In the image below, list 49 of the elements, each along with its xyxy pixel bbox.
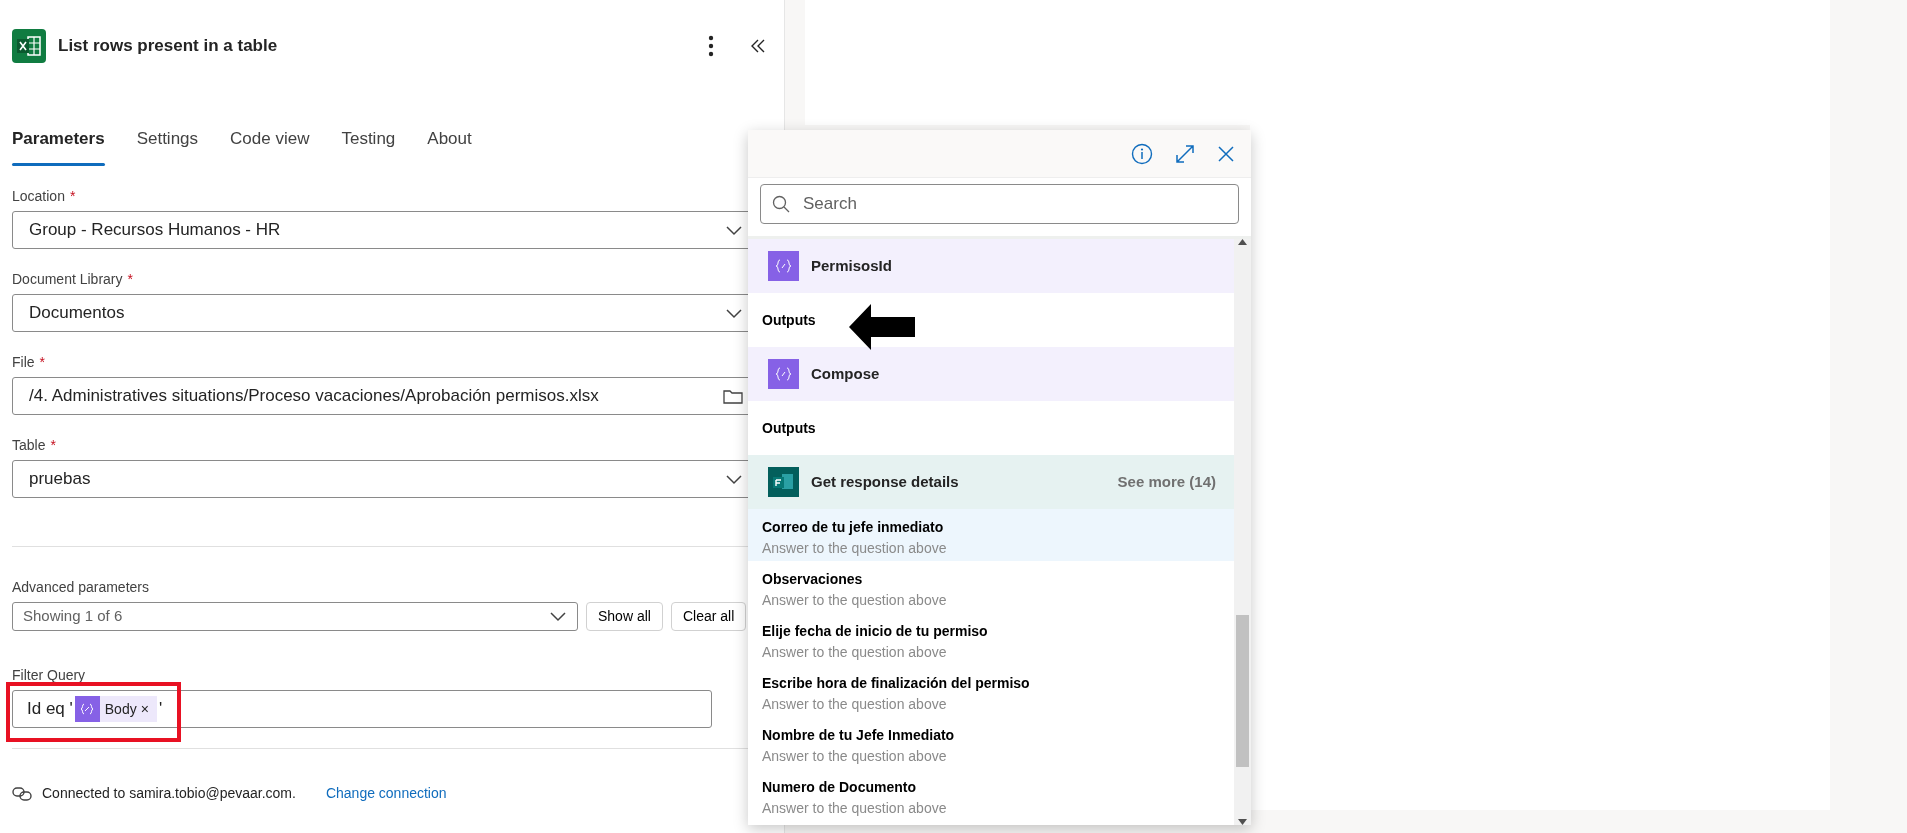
scroll-up-icon[interactable] [1238,239,1247,245]
link-icon [12,786,32,801]
scroll-down-icon[interactable] [1238,819,1247,825]
forms-icon [768,467,799,497]
info-icon[interactable] [1131,142,1153,165]
search-icon [772,195,790,213]
excel-icon [12,29,46,63]
change-connection-link[interactable]: Change connection [325,783,447,804]
field-label: Table [12,436,46,455]
close-icon[interactable] [1217,144,1235,163]
field-label: Document Library [12,270,123,289]
tab[interactable]: Settings [136,122,199,166]
folder-icon[interactable] [723,388,743,404]
required-mark: * [69,187,76,206]
tab[interactable]: Parameters [12,122,105,166]
see-more-link[interactable]: See more (14) [1117,470,1216,494]
more-options-icon[interactable] [708,35,714,57]
tab[interactable]: Code view [230,122,310,166]
required-mark: * [127,270,133,289]
output-item[interactable]: Outputs [762,417,816,439]
field-label: File [12,353,35,372]
connection-text: Connected to samira.tobio@pevaar.com. [42,784,296,803]
collapse-icon[interactable] [750,38,766,54]
scrollbar-thumb[interactable] [1236,615,1249,767]
tab[interactable]: About [427,122,472,166]
field-label: Location [12,187,65,206]
output-item[interactable]: Outputs [762,309,816,331]
filter-query-field[interactable]: Id eq ' Body × ' [12,690,712,728]
action-name: Get response details [811,471,959,492]
expand-icon[interactable] [1175,143,1195,164]
chevron-down-icon [549,611,567,622]
dropdown-field[interactable]: Showing 1 of 6 [12,602,578,631]
search-field[interactable]: Search [760,184,1239,224]
required-mark: * [50,436,56,455]
action-button[interactable]: Show all [586,602,663,631]
required-mark: * [39,353,45,372]
action-name: Compose [811,363,880,384]
dynamic-field-item[interactable]: Correo de tu jefe inmediato Answer to the question above [748,509,1234,561]
action-button[interactable]: Clear all [670,602,747,631]
arrow-annotation [849,303,915,351]
chevron-down-icon [725,473,743,485]
action-name: PermisosId [811,255,892,276]
chevron-down-icon [725,224,743,236]
tab[interactable]: Testing [341,122,396,166]
chevron-down-icon [725,307,743,319]
variable-icon [768,359,799,389]
panel-title: List rows present in a table [58,35,278,58]
variable-icon [80,703,95,715]
variable-icon [768,251,799,281]
